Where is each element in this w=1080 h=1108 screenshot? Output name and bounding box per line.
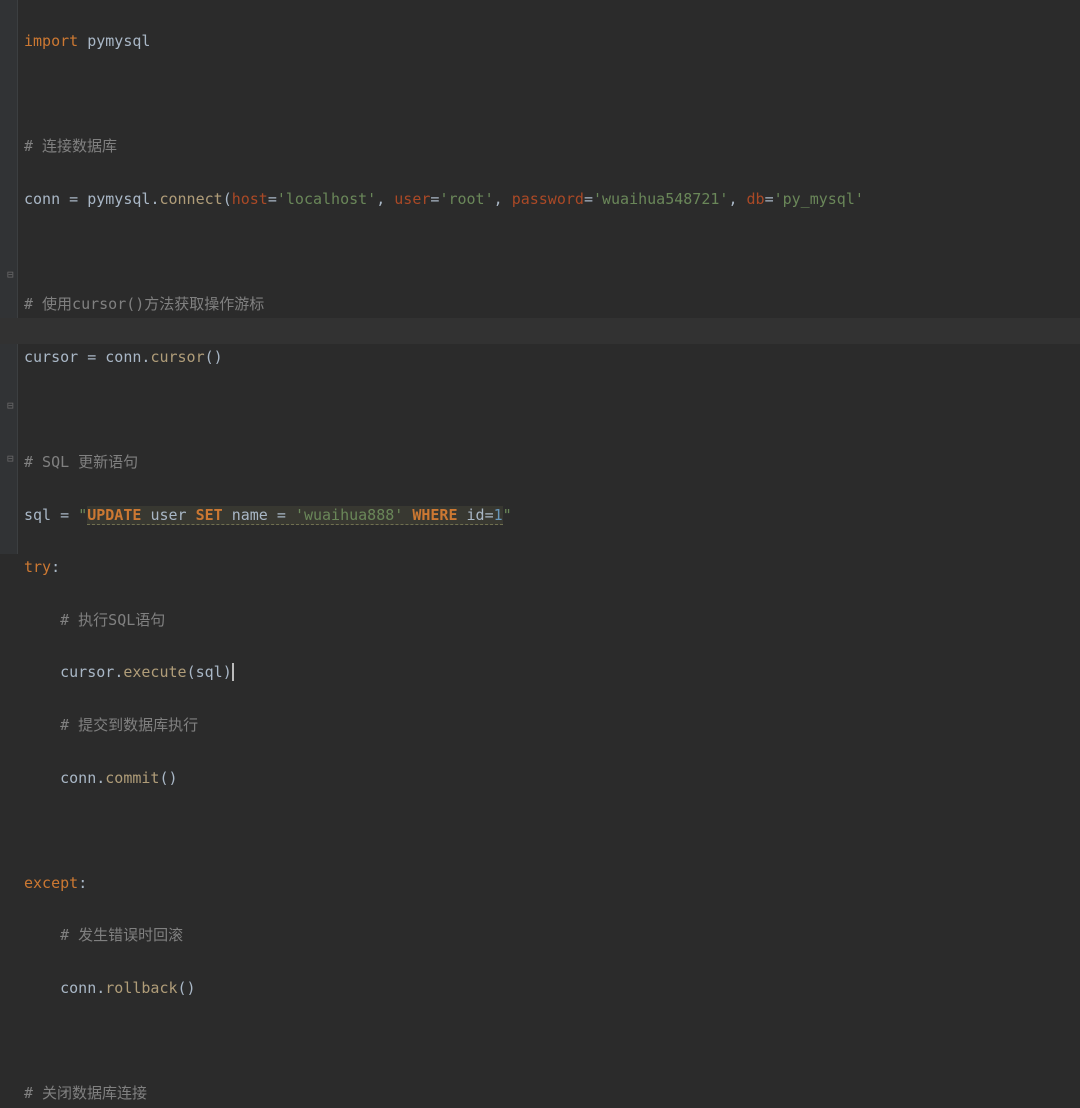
comment: # 执行SQL语句 — [60, 611, 165, 629]
func-rollback: rollback — [105, 979, 177, 997]
fold-icon[interactable]: ⊟ — [7, 269, 14, 280]
code-editor[interactable]: import pymysql # 连接数据库 conn = pymysql.co… — [24, 2, 1080, 1108]
text-cursor — [232, 663, 234, 681]
comment: # 连接数据库 — [24, 137, 117, 155]
keyword-import: import — [24, 32, 78, 50]
comment: # 提交到数据库执行 — [60, 716, 198, 734]
module-name: pymysql — [87, 32, 150, 50]
fold-icon[interactable]: ⊟ — [7, 400, 14, 411]
comment: # 关闭数据库连接 — [24, 1084, 147, 1102]
func-commit: commit — [105, 769, 159, 787]
keyword-except: except — [24, 874, 78, 892]
comment: # 使用cursor()方法获取操作游标 — [24, 295, 264, 313]
keyword-try: try — [24, 558, 51, 576]
var-cursor: cursor — [24, 348, 78, 366]
func-connect: connect — [159, 190, 222, 208]
var-conn: conn — [24, 190, 60, 208]
func-execute: execute — [123, 663, 186, 681]
func-cursor: cursor — [150, 348, 204, 366]
comment: # SQL 更新语句 — [24, 453, 138, 471]
blank-line — [24, 81, 1080, 107]
fold-icon[interactable]: ⊟ — [7, 453, 14, 464]
comment: # 发生错误时回滚 — [60, 926, 183, 944]
var-sql: sql — [24, 506, 51, 524]
editor-gutter: ⊟ ⊟ ⊟ — [0, 0, 18, 554]
